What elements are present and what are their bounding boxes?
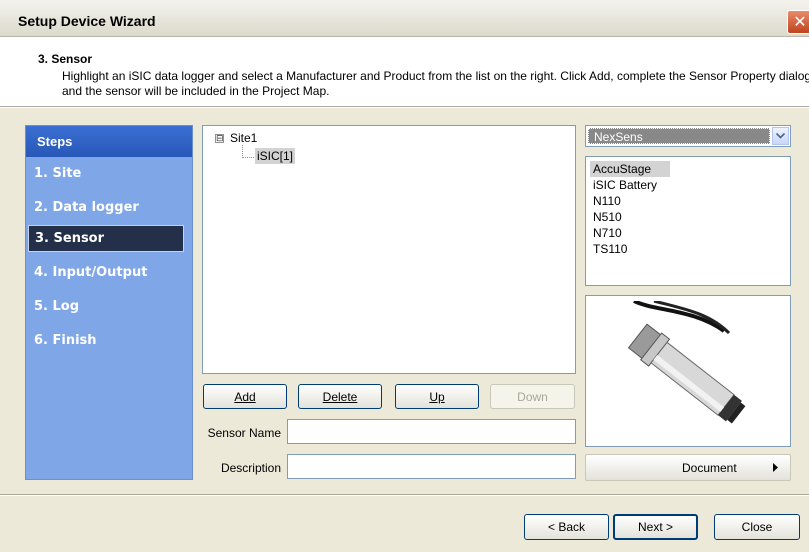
window-title: Setup Device Wizard — [18, 13, 156, 29]
list-item-product[interactable]: N510 — [586, 209, 790, 225]
sensor-name-label: Sensor Name — [207, 426, 281, 440]
delete-button[interactable]: Delete — [298, 384, 382, 409]
title-bar: Setup Device Wizard ✕ — [0, 0, 809, 37]
sensor-name-field[interactable] — [287, 419, 576, 444]
product-image-frame — [585, 295, 791, 447]
step-item-data-logger: 2. Data logger — [34, 200, 139, 215]
step-item-input-output: 4. Input/Output — [34, 265, 148, 280]
description-field[interactable] — [287, 454, 576, 479]
list-item-product[interactable]: TS110 — [586, 241, 790, 257]
manufacturer-selected: NexSens — [588, 128, 770, 144]
next-button[interactable]: Next > — [613, 514, 698, 540]
add-button[interactable]: Add — [203, 384, 287, 409]
wizard-body: Steps 1. Site 2. Data logger 3. Sensor 4… — [0, 108, 809, 552]
product-list[interactable]: AccuStage iSIC Battery N110 N510 N710 TS… — [585, 156, 791, 286]
list-item-product[interactable]: N710 — [586, 225, 790, 241]
tree-node-label: Site1 — [230, 131, 258, 145]
down-button[interactable]: Down — [490, 384, 575, 409]
step-item-site: 1. Site — [34, 166, 82, 181]
list-item-product[interactable]: N110 — [586, 193, 790, 209]
step-item-log: 5. Log — [34, 299, 80, 314]
collapse-icon[interactable]: ⊟ — [215, 133, 224, 143]
footer-divider — [0, 494, 809, 496]
caret-right-icon — [773, 463, 778, 474]
wizard-header: 3. Sensor Highlight an iSIC data logger … — [0, 37, 809, 107]
step-item-finish: 6. Finish — [34, 333, 97, 348]
up-button[interactable]: Up — [395, 384, 479, 409]
pressure-sensor-image — [627, 301, 746, 424]
tree-node-isic[interactable]: iSIC[1] — [255, 148, 296, 164]
manufacturer-select[interactable]: NexSens — [585, 125, 791, 147]
document-label: Document — [682, 461, 737, 475]
document-button[interactable]: Document — [585, 454, 791, 481]
list-item-product[interactable]: iSIC Battery — [586, 177, 790, 193]
close-button[interactable]: Close — [714, 514, 800, 540]
list-item-product[interactable]: AccuStage — [590, 161, 670, 177]
back-button[interactable]: < Back — [524, 514, 609, 540]
step-description: Highlight an iSIC data logger and select… — [62, 69, 809, 98]
project-tree[interactable]: ⊟ Site1 iSIC[1] — [202, 125, 576, 374]
tree-node-site1[interactable]: ⊟ Site1 — [215, 131, 257, 145]
steps-panel: Steps 1. Site 2. Data logger 3. Sensor 4… — [25, 125, 193, 480]
tree-connector — [242, 157, 254, 158]
step-item-sensor: 3. Sensor — [28, 225, 184, 252]
close-icon[interactable]: ✕ — [787, 10, 809, 34]
description-label: Description — [220, 461, 281, 475]
steps-header: Steps — [26, 126, 192, 157]
chevron-down-icon[interactable] — [772, 127, 789, 145]
step-title: 3. Sensor — [38, 52, 93, 66]
